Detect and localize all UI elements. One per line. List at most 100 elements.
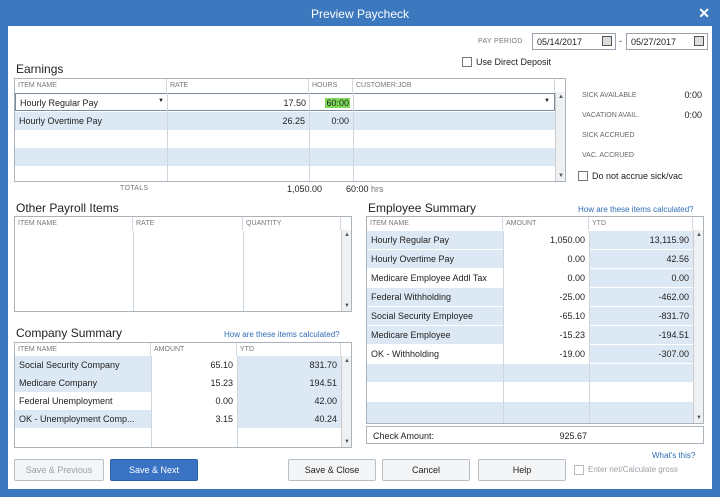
scroll-down-icon[interactable]: ▼ [343,438,351,446]
company-amount-cell: 15.23 [151,374,237,392]
table-row[interactable]: Hourly Overtime Pay 0.00 42.56 [367,250,693,268]
table-row[interactable] [15,130,555,148]
table-row[interactable] [367,383,693,401]
table-row[interactable] [367,402,693,423]
column-divider [243,231,244,311]
table-row[interactable] [15,148,555,166]
employee-calculation-link[interactable]: How are these items calculated? [578,205,694,214]
scroll-up-icon[interactable]: ▲ [343,357,351,365]
other-header-rate: RATE [133,217,243,230]
earnings-rate-cell[interactable]: 17.50 [168,94,310,112]
hours-selected-value[interactable]: 60:00 [325,98,350,108]
no-accrue-checkbox[interactable] [578,171,588,181]
earnings-item-cell[interactable]: Hourly Regular Pay ▼ [16,94,168,112]
table-row[interactable]: Medicare Employee -15.23 -194.51 [367,326,693,344]
employee-ytd-cell: -307.00 [589,345,693,363]
earnings-hours-cell[interactable]: 60:00 [310,94,354,112]
calendar-icon[interactable] [694,36,704,46]
earnings-job-cell[interactable] [353,112,555,130]
table-row[interactable]: Federal Withholding -25.00 -462.00 [367,288,693,306]
scroll-down-icon[interactable]: ▼ [557,172,565,180]
check-amount-row: Check Amount: 925.67 [366,426,704,444]
table-row[interactable]: Hourly Regular Pay 1,050.00 13,115.90 [367,231,693,249]
direct-deposit-checkbox[interactable] [462,57,472,67]
scroll-up-icon[interactable]: ▲ [557,93,565,101]
company-summary-scrollbar[interactable]: ▲ ▼ [341,356,351,447]
earnings-rate-cell[interactable]: 26.25 [167,112,309,130]
company-calculation-link[interactable]: How are these items calculated? [224,330,340,339]
employee-item-cell: Federal Withholding [371,292,452,302]
scroll-down-icon[interactable]: ▼ [695,414,703,422]
save-close-button[interactable]: Save & Close [288,459,376,481]
company-item-cell: OK - Unemployment Comp... [19,414,135,424]
pay-period-start-field[interactable]: 05/14/2017 [532,33,616,50]
table-row[interactable]: OK - Withholding -19.00 -307.00 [367,345,693,363]
earnings-header-hours: HOURS [309,79,353,92]
column-divider [589,231,590,423]
total-amount: 1,050.00 [286,184,322,194]
company-item-cell: Federal Unemployment [19,396,113,406]
column-divider [237,356,238,447]
company-amount-cell: 65.10 [210,360,233,370]
window-title: Preview Paycheck [310,7,410,21]
dropdown-icon[interactable]: ▼ [158,98,164,104]
whats-this-link[interactable]: What's this? [652,451,695,460]
table-row[interactable]: Medicare Company 15.23 194.51 [15,374,341,392]
earnings-job-cell[interactable]: ▼ [354,94,556,112]
column-divider [503,231,504,423]
pay-period-end-field[interactable]: 05/27/2017 [626,33,708,50]
scroll-up-icon[interactable]: ▲ [695,231,703,239]
table-row[interactable]: Medicare Employee Addl Tax 0.00 0.00 [367,269,693,287]
table-row[interactable]: OK - Unemployment Comp... 3.15 40.24 [15,410,341,428]
column-divider [309,93,310,181]
table-row[interactable]: Social Security Employee -65.10 -831.70 [367,307,693,325]
sick-available-label: SICK AVAILABLE [582,92,637,99]
company-item-cell: Medicare Company [19,378,98,388]
table-row[interactable]: Hourly Overtime Pay 26.25 0:00 [15,112,555,130]
cancel-button[interactable]: Cancel [382,459,470,481]
earnings-item-cell[interactable]: Hourly Overtime Pay [15,112,167,130]
scroll-down-icon[interactable]: ▼ [343,302,351,310]
pay-period-label: PAY PERIOD [478,38,523,45]
table-row[interactable] [367,364,693,382]
earnings-scrollbar[interactable]: ▲ ▼ [555,92,565,181]
enter-net-label: Enter net/Calculate gross [588,465,678,474]
column-divider [133,231,134,311]
employee-amount-cell: -19.00 [559,349,585,359]
table-row[interactable]: Social Security Company 65.10 831.70 [15,356,341,374]
vacation-available-value: 0:00 [684,110,702,120]
employee-amount-cell: 1,050.00 [503,231,589,249]
column-divider [353,93,354,181]
table-row[interactable]: Federal Unemployment 0.00 42.00 [15,392,341,410]
help-button[interactable]: Help [478,459,566,481]
employee-amount-cell: -25.00 [503,288,589,306]
save-next-button[interactable]: Save & Next [110,459,198,481]
employee-ytd-cell: 13,115.90 [649,235,689,245]
column-divider [151,356,152,447]
employee-summary-scrollbar[interactable]: ▲ ▼ [693,230,703,423]
calendar-icon[interactable] [602,36,612,46]
direct-deposit-label: Use Direct Deposit [476,57,552,67]
earnings-header-job: CUSTOMER:JOB [353,79,555,92]
enter-net-checkbox[interactable] [574,465,584,475]
sick-available-value: 0:00 [684,90,702,100]
earnings-hours-cell[interactable]: 0:00 [309,112,353,130]
earnings-header-rate: RATE [167,79,309,92]
employee-amount-cell: 0.00 [503,250,589,268]
table-row[interactable]: Hourly Regular Pay ▼ 17.50 60:00 ▼ [15,93,555,111]
company-header-amount: AMOUNT [151,343,237,356]
dropdown-icon[interactable]: ▼ [544,98,550,104]
earnings-header-item: ITEM NAME [15,79,167,92]
employee-ytd-cell: -194.51 [658,330,689,340]
close-icon[interactable]: ✕ [698,5,710,22]
other-payroll-scrollbar[interactable]: ▲ ▼ [341,230,351,311]
scroll-up-icon[interactable]: ▲ [343,231,351,239]
sick-accrued-label: SICK ACCRUED [582,132,635,139]
employee-ytd-cell: 42.56 [666,254,689,264]
employee-ytd-cell: 0.00 [589,269,693,287]
other-header-quantity: QUANTITY [243,217,341,230]
save-previous-button[interactable]: Save & Previous [14,459,104,481]
table-row[interactable] [15,166,555,181]
title-bar: Preview Paycheck ✕ [0,0,720,26]
earnings-title: Earnings [16,62,64,76]
